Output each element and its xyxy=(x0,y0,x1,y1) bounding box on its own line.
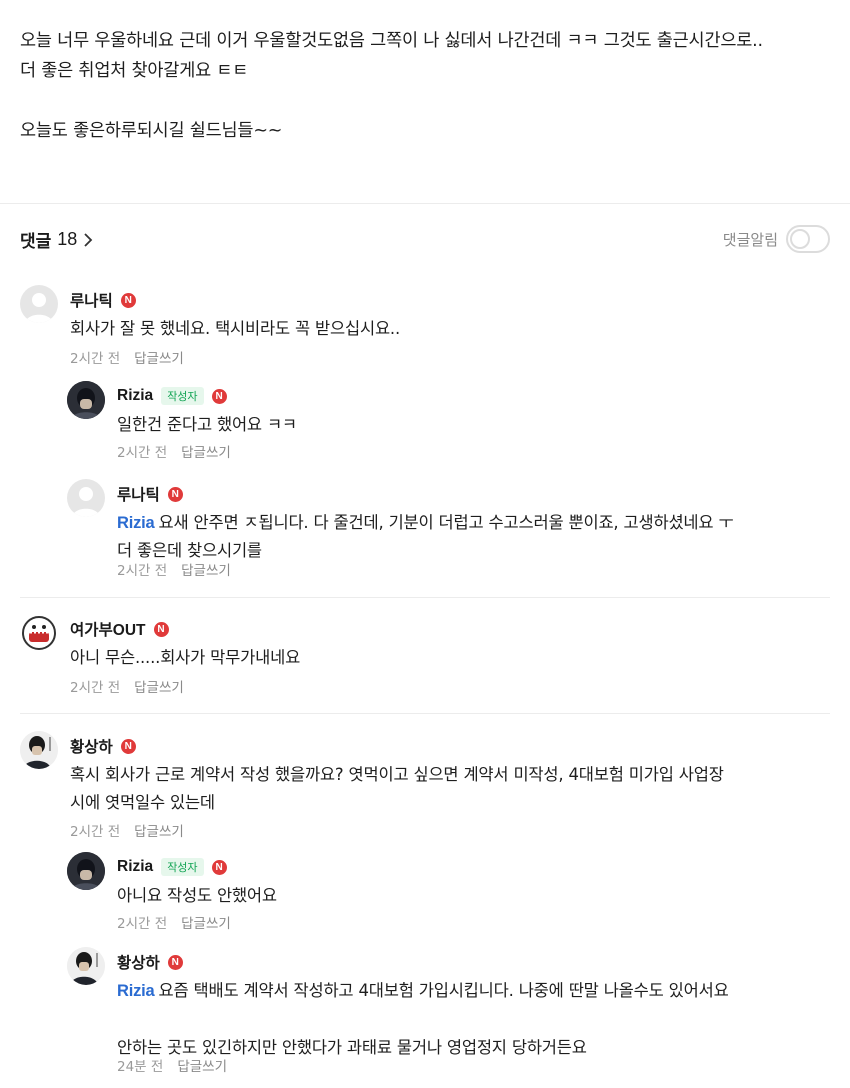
comment-notify-toggle[interactable] xyxy=(786,225,830,253)
post-body: 오늘 너무 우울하네요 근데 이거 우울할것도없음 그쪽이 나 싫데서 나간건데… xyxy=(20,26,835,146)
reply-button[interactable]: 답글쓰기 xyxy=(134,680,184,696)
n-badge-icon: N xyxy=(167,954,183,970)
comment-text-line: 시에 엿먹일수 있는데 xyxy=(70,793,215,812)
comment-meta: 2시간 전 답글쓰기 xyxy=(117,559,231,579)
comment-header: 댓글 18 댓글알림 xyxy=(20,222,830,256)
n-badge-icon: N xyxy=(211,859,227,875)
n-badge-icon: N xyxy=(120,738,136,754)
comment-time: 24분 전 xyxy=(117,1059,164,1075)
avatar[interactable] xyxy=(20,614,58,652)
avatar[interactable] xyxy=(67,852,105,890)
comment-nickname[interactable]: 루나틱 xyxy=(70,289,113,311)
comment-label: 댓글 xyxy=(20,232,52,252)
comment-text: 아니요 작성도 안했어요 xyxy=(117,886,277,905)
comment-text: 회사가 잘 못 했네요. 택시비라도 꼭 받으십시요.. xyxy=(70,319,401,338)
comment-nickname[interactable]: Rizia xyxy=(117,858,153,876)
comment-meta: 2시간 전 답글쓰기 xyxy=(117,441,231,461)
comment-text: 아니 무슨.....회사가 막무가내네요 xyxy=(70,648,301,667)
comment-meta: 2시간 전 답글쓰기 xyxy=(117,912,231,932)
default-avatar-icon[interactable] xyxy=(20,285,58,323)
comment-text-line: 더 좋은데 찾으시기를 xyxy=(117,541,262,560)
comment-text: Rizia 요새 안주면 ㅈ됩니다. 다 줄건데, 기분이 더럽고 수고스러울 뿐… xyxy=(117,509,734,565)
comment-time: 2시간 전 xyxy=(70,351,121,367)
comment-nickname[interactable]: 여가부OUT xyxy=(70,618,146,640)
writer-badge: 작성자 xyxy=(161,858,204,876)
comment-text-line: 요새 안주면 ㅈ됩니다. 다 줄건데, 기분이 더럽고 수고스러울 뿐이죠, 고… xyxy=(158,513,734,532)
post-line: 더 좋은 취업처 찾아갈게요 ㅌㅌ xyxy=(20,61,249,81)
default-avatar-icon[interactable] xyxy=(67,479,105,517)
comment-meta: 2시간 전 답글쓰기 xyxy=(70,347,184,367)
reply-button[interactable]: 답글쓰기 xyxy=(181,445,231,461)
comment-nickname[interactable]: 황상하 xyxy=(70,735,113,757)
n-badge-icon: N xyxy=(167,486,183,502)
n-badge-icon: N xyxy=(153,621,169,637)
comment-text: 혹시 회사가 근로 계약서 작성 했을까요? 엿먹이고 싶으면 계약서 미작성,… xyxy=(70,761,724,817)
comment-meta: 2시간 전 답글쓰기 xyxy=(70,676,184,696)
reply-button[interactable]: 답글쓰기 xyxy=(181,563,231,579)
comment-divider xyxy=(20,597,830,598)
comment-text-line: 요즘 택배도 계약서 작성하고 4대보험 가입시킵니다. 나중에 딴말 나올수도… xyxy=(158,981,729,1000)
comment-time: 2시간 전 xyxy=(117,445,168,461)
section-divider xyxy=(0,203,850,204)
post-line: 오늘 너무 우울하네요 근데 이거 우울할것도없음 그쪽이 나 싫데서 나간건데… xyxy=(20,31,763,51)
n-badge-icon: N xyxy=(120,292,136,308)
avatar[interactable] xyxy=(20,731,58,769)
comment-text: 일한건 준다고 했어요 ㅋㅋ xyxy=(117,415,297,434)
comment-count: 18 xyxy=(57,229,78,249)
reply-button[interactable]: 답글쓰기 xyxy=(181,916,231,932)
comment-nickname[interactable]: 루나틱 xyxy=(117,483,160,505)
comment-meta: 2시간 전 답글쓰기 xyxy=(70,820,184,840)
post-line: 오늘도 좋은하루되시길 쉴드님들~~ xyxy=(20,121,283,141)
n-badge-icon: N xyxy=(211,388,227,404)
comment-time: 2시간 전 xyxy=(70,680,121,696)
writer-badge: 작성자 xyxy=(161,387,204,405)
comment-divider xyxy=(20,713,830,714)
comment-nickname[interactable]: Rizia xyxy=(117,387,153,405)
comment-nickname[interactable]: 황상하 xyxy=(117,951,160,973)
comment-text-line: 혹시 회사가 근로 계약서 작성 했을까요? 엿먹이고 싶으면 계약서 미작성,… xyxy=(70,765,724,784)
comment-count-link[interactable]: 댓글 18 xyxy=(20,227,95,252)
comment-meta: 24분 전 답글쓰기 xyxy=(117,1055,227,1075)
comment-time: 2시간 전 xyxy=(117,916,168,932)
toggle-knob xyxy=(790,229,810,249)
avatar[interactable] xyxy=(67,381,105,419)
chevron-right-icon xyxy=(84,232,93,247)
mention-link[interactable]: Rizia xyxy=(117,982,155,1000)
reply-button[interactable]: 답글쓰기 xyxy=(177,1059,227,1075)
comment-time: 2시간 전 xyxy=(70,824,121,840)
comment-time: 2시간 전 xyxy=(117,563,168,579)
mention-link[interactable]: Rizia xyxy=(117,514,155,532)
reply-button[interactable]: 답글쓰기 xyxy=(134,824,184,840)
comment-notify-label: 댓글알림 xyxy=(722,230,778,249)
reply-button[interactable]: 답글쓰기 xyxy=(134,351,184,367)
comment-notify: 댓글알림 xyxy=(723,225,830,253)
avatar[interactable] xyxy=(67,947,105,985)
comment-text: Rizia 요즘 택배도 계약서 작성하고 4대보험 가입시킵니다. 나중에 딴말… xyxy=(117,977,729,1062)
